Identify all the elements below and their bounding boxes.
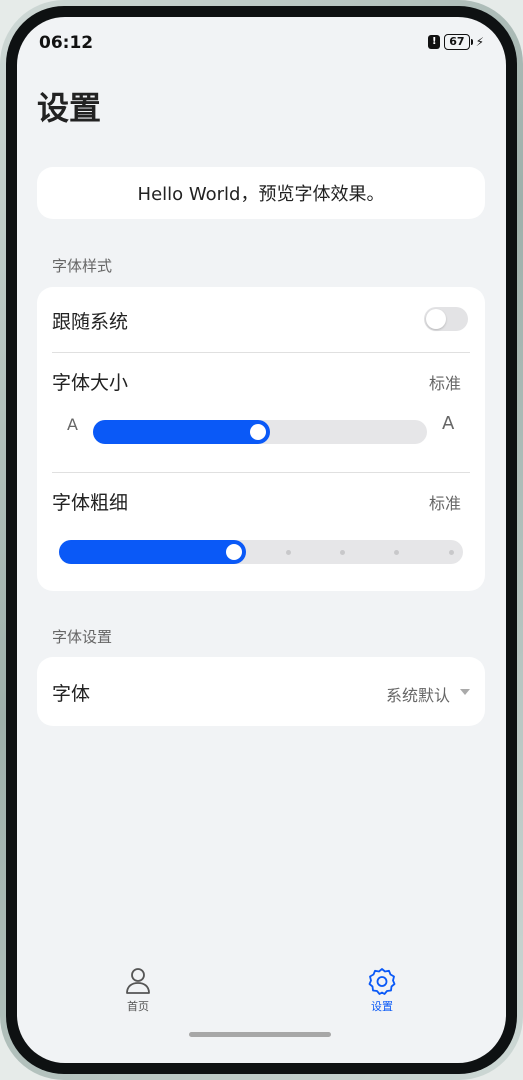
font-weight-step-dot (448, 550, 454, 555)
font-value: 系统默认 (385, 686, 450, 705)
font-label: 字体 (52, 683, 91, 705)
preview-text: Hello World，预览字体效果。 (137, 184, 385, 205)
font-weight-step-dot (285, 550, 291, 555)
charging-bolt-icon: ⚡ (475, 35, 484, 49)
section-label-font-settings: 字体设置 (52, 628, 113, 646)
section-label-font-style: 字体样式 (52, 257, 113, 275)
follow-system-label: 跟随系统 (52, 311, 129, 333)
preview-card: Hello World，预览字体效果。 (37, 167, 485, 219)
font-size-slider-thumb[interactable] (250, 424, 266, 440)
font-weight-label: 字体粗细 (52, 492, 129, 514)
font-size-slider-fill (93, 420, 270, 444)
toggle-knob (426, 309, 446, 329)
font-style-card: 跟随系统 字体大小 标准 A A 字体粗细 标准 (37, 287, 485, 591)
status-time: 06:12 (39, 33, 94, 53)
font-size-min-glyph: A (67, 415, 78, 434)
page-title: 设置 (37, 89, 102, 127)
home-indicator[interactable] (189, 1032, 331, 1037)
font-size-slider[interactable] (93, 420, 427, 444)
tab-settings[interactable]: 设置 (352, 967, 412, 1014)
follow-system-toggle[interactable] (424, 307, 468, 331)
font-size-max-glyph: A (442, 413, 455, 434)
gear-icon (368, 968, 396, 995)
font-weight-value: 标准 (428, 494, 461, 513)
phone-frame: 06:12 ! 67 ⚡ 设置 Hello World，预览字体效果。 字体样式… (0, 0, 523, 1080)
font-weight-step-dot (394, 550, 400, 555)
tab-home[interactable]: 首页 (108, 967, 168, 1014)
battery-level: 67 (449, 35, 465, 48)
status-icons: ! 67 ⚡ (428, 34, 484, 50)
font-size-label: 字体大小 (52, 372, 129, 394)
tab-home-label: 首页 (127, 1000, 149, 1013)
font-weight-slider-fill (59, 540, 246, 564)
divider (52, 352, 470, 353)
divider (52, 472, 470, 473)
font-row[interactable]: 字体 系统默认 (37, 657, 485, 726)
alert-icon: ! (428, 35, 441, 49)
screen: 06:12 ! 67 ⚡ 设置 Hello World，预览字体效果。 字体样式… (17, 17, 506, 1063)
font-size-value: 标准 (428, 374, 461, 393)
font-weight-slider[interactable] (59, 540, 463, 564)
person-icon (126, 968, 150, 994)
dropdown-arrow-icon (460, 689, 470, 695)
battery-icon: 67 (444, 34, 473, 50)
font-weight-slider-thumb[interactable] (225, 544, 242, 560)
tab-settings-label: 设置 (371, 1000, 393, 1013)
font-weight-step-dot (339, 550, 345, 555)
